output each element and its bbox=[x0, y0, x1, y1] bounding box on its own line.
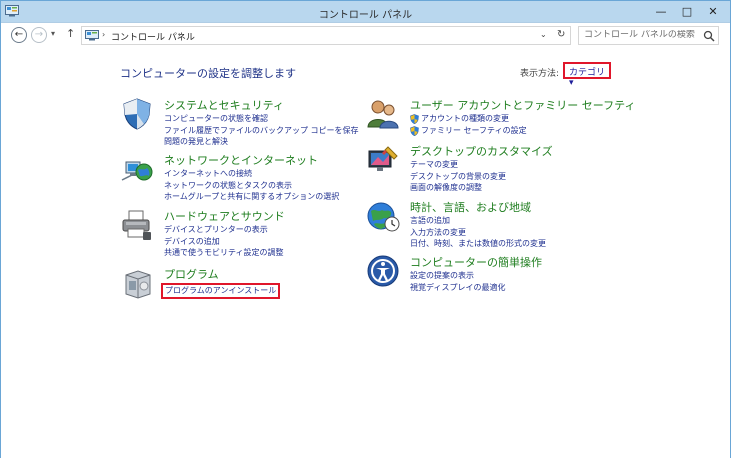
desktop-paint-icon[interactable] bbox=[366, 143, 400, 177]
breadcrumb-separator-icon[interactable]: › bbox=[102, 30, 105, 39]
link-adjust-resolution[interactable]: 画面の解像度の調整 bbox=[410, 182, 506, 194]
category-title[interactable]: デスクトップのカスタマイズ bbox=[410, 143, 553, 159]
users-icon[interactable] bbox=[366, 97, 400, 131]
link-label[interactable]: ファミリー セーフティの設定 bbox=[421, 126, 527, 135]
link-suggested-settings[interactable]: 設定の提案の表示 bbox=[410, 270, 505, 282]
link-label[interactable]: アカウントの種類の変更 bbox=[421, 114, 509, 123]
close-button[interactable]: ✕ bbox=[701, 4, 725, 19]
forward-button[interactable]: → bbox=[31, 27, 47, 43]
link-homegroup-sharing[interactable]: ホームグループと共有に関するオプションの選択 bbox=[164, 191, 339, 203]
refresh-button[interactable]: ↻ bbox=[557, 29, 565, 40]
view-by-category-dropdown[interactable]: カテゴリ ▾ bbox=[563, 62, 611, 88]
link-troubleshoot[interactable]: 問題の発見と解決 bbox=[164, 136, 359, 148]
category-title[interactable]: ネットワークとインターネット bbox=[164, 152, 318, 168]
breadcrumb-separator-icon[interactable]: › bbox=[178, 30, 181, 39]
globe-clock-icon[interactable] bbox=[366, 199, 400, 233]
recent-locations-dropdown[interactable]: ▾ bbox=[51, 29, 55, 38]
window-title: コントロール パネル bbox=[318, 10, 413, 21]
address-history-dropdown[interactable]: ⌄ bbox=[540, 30, 547, 39]
minimize-button[interactable]: — bbox=[649, 4, 673, 19]
link-family-safety[interactable]: ファミリー セーフティの設定 bbox=[410, 125, 527, 137]
content-area: コンピューターの設定を調整します 表示方法: カテゴリ ▾ システムとセキュリテ… bbox=[1, 49, 730, 458]
navigation-bar: ← → ▾ ↑ › コントロール パネル › ⌄ ↻ bbox=[1, 23, 730, 49]
control-panel-breadcrumb-icon bbox=[85, 30, 99, 41]
up-button[interactable]: ↑ bbox=[66, 27, 75, 40]
link-add-device[interactable]: デバイスの追加 bbox=[164, 236, 284, 248]
back-button[interactable]: ← bbox=[11, 27, 27, 43]
search-input[interactable] bbox=[584, 30, 699, 40]
page-title: コンピューターの設定を調整します bbox=[120, 67, 296, 80]
link-change-date-time-format[interactable]: 日付、時刻、または数値の形式の変更 bbox=[410, 238, 546, 250]
breadcrumb-control-panel[interactable]: コントロール パネル bbox=[111, 30, 195, 43]
link-optimize-visual-display[interactable]: 視覚ディスプレイの最適化 bbox=[410, 282, 505, 294]
title-bar[interactable]: コントロール パネル — □ ✕ bbox=[1, 1, 730, 23]
shield-icon[interactable] bbox=[120, 97, 154, 131]
link-change-input-method[interactable]: 入力方法の変更 bbox=[410, 227, 546, 239]
category-title[interactable]: ハードウェアとサウンド bbox=[164, 208, 285, 224]
link-check-status[interactable]: コンピューターの状態を確認 bbox=[164, 113, 359, 125]
link-devices-printers[interactable]: デバイスとプリンターの表示 bbox=[164, 224, 284, 236]
address-bar[interactable]: › コントロール パネル › ⌄ ↻ bbox=[81, 26, 571, 45]
link-network-status[interactable]: ネットワークの状態とタスクの表示 bbox=[164, 180, 339, 192]
view-by-label: 表示方法: bbox=[520, 69, 560, 79]
category-title[interactable]: 時計、言語、および地域 bbox=[410, 199, 531, 215]
category-title[interactable]: コンピューターの簡単操作 bbox=[410, 254, 542, 270]
maximize-button[interactable]: □ bbox=[675, 4, 699, 19]
category-title[interactable]: プログラム bbox=[164, 266, 219, 282]
link-add-language[interactable]: 言語の追加 bbox=[410, 215, 546, 227]
control-panel-window: コントロール パネル — □ ✕ ← → ▾ ↑ › コントロール パネル › … bbox=[0, 0, 731, 458]
uac-shield-icon bbox=[410, 125, 419, 136]
network-globe-icon[interactable] bbox=[120, 152, 154, 186]
search-box[interactable] bbox=[578, 26, 719, 45]
search-icon[interactable] bbox=[703, 30, 715, 42]
ease-of-access-icon[interactable] bbox=[366, 254, 400, 288]
uac-shield-icon bbox=[410, 114, 419, 124]
category-title[interactable]: ユーザー アカウントとファミリー セーフティ bbox=[410, 97, 635, 113]
link-change-account-type[interactable]: アカウントの種類の変更 bbox=[410, 113, 527, 125]
link-connect-internet[interactable]: インターネットへの接続 bbox=[164, 168, 339, 180]
link-change-theme[interactable]: テーマの変更 bbox=[410, 159, 506, 171]
programs-box-icon[interactable] bbox=[120, 266, 154, 300]
link-uninstall-program[interactable]: プログラムのアンインストール bbox=[161, 283, 281, 299]
link-change-background[interactable]: デスクトップの背景の変更 bbox=[410, 171, 506, 183]
printer-icon[interactable] bbox=[120, 208, 154, 242]
link-file-history-backup[interactable]: ファイル履歴でファイルのバックアップ コピーを保存 bbox=[164, 125, 359, 137]
category-title[interactable]: システムとセキュリティ bbox=[164, 97, 284, 113]
link-mobility-settings[interactable]: 共通で使うモビリティ設定の調整 bbox=[164, 247, 284, 259]
